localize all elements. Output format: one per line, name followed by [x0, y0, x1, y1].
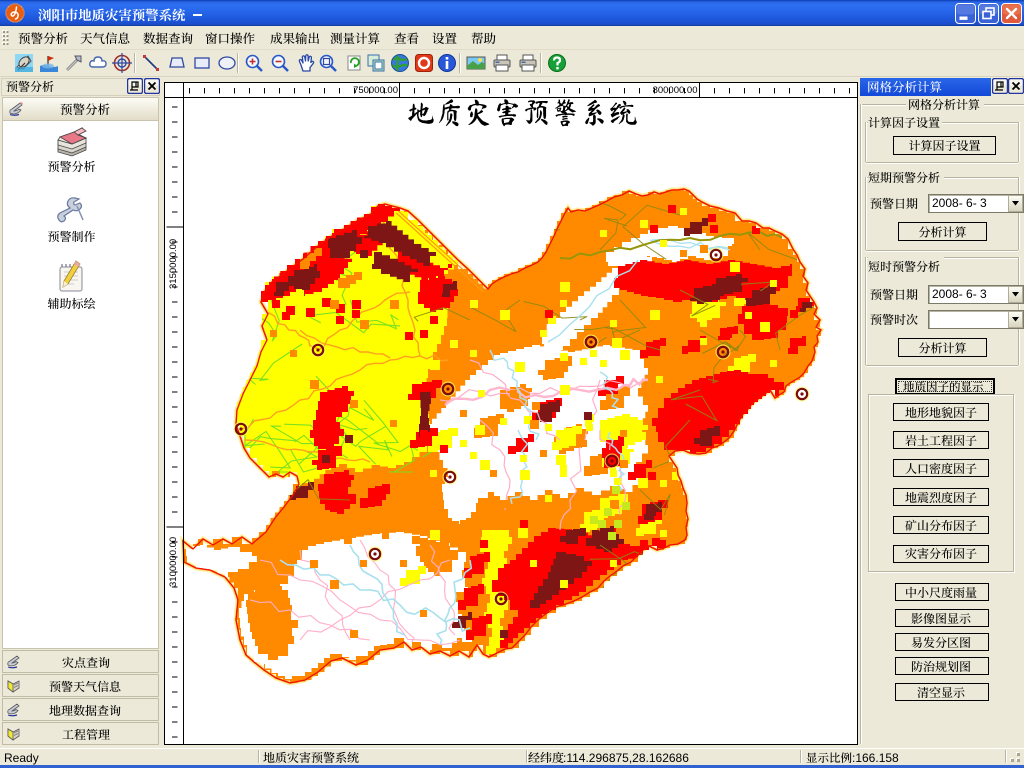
- svg-text:800000.00: 800000.00: [653, 85, 698, 96]
- svg-text:3150000.00: 3150000.00: [168, 239, 179, 289]
- svg-text:3100000.00: 3100000.00: [168, 537, 179, 587]
- svg-text:750000.00: 750000.00: [353, 85, 398, 96]
